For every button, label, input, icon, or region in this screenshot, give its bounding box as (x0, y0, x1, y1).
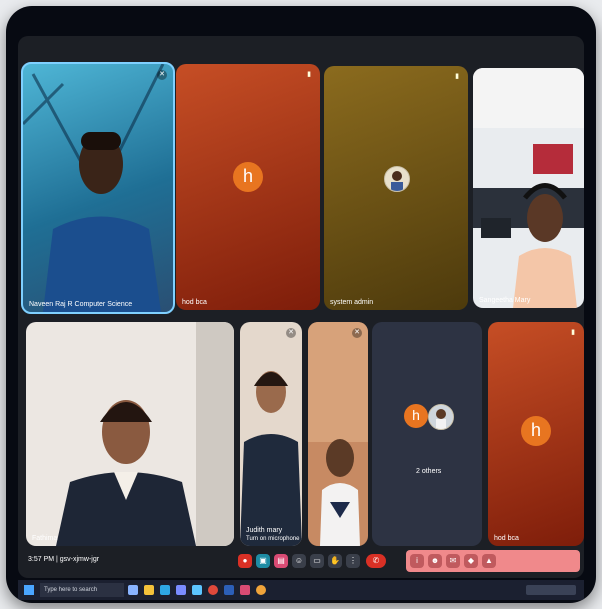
mic-button[interactable]: ● (238, 554, 252, 568)
avatar (428, 404, 454, 430)
raise-hand-button[interactable]: ✋ (328, 554, 342, 568)
participant-video (473, 68, 584, 308)
device-frame: Naveen Raj R Computer Science ✕ h hod bc… (6, 6, 596, 603)
more-options-button[interactable]: ⋮ (346, 554, 360, 568)
avatar: h (233, 162, 263, 192)
lock-icon[interactable]: ▲ (482, 554, 496, 568)
camera-button[interactable]: ▣ (256, 554, 270, 568)
participant-name: Naveen Raj R Computer Science (29, 301, 133, 308)
participant-tile-2[interactable]: h hod bca ▮ (176, 64, 320, 310)
word-icon[interactable] (224, 585, 234, 595)
participant-tile-5[interactable]: Fathima (26, 322, 234, 546)
mic-off-icon: ▮ (455, 73, 459, 80)
participant-tile-7[interactable]: ✕ (308, 322, 368, 546)
avatar (384, 166, 410, 192)
file-explorer-icon[interactable] (144, 585, 154, 595)
chrome-icon[interactable] (208, 585, 218, 595)
participant-name: hod bca (182, 299, 207, 306)
participant-name: 2 others (416, 468, 442, 475)
participant-name: system admin (330, 299, 374, 306)
leave-call-button[interactable]: ✆ (366, 554, 386, 568)
taskbar-search[interactable]: Type here to search (40, 583, 124, 597)
mic-off-icon: ✕ (286, 328, 296, 338)
app-icon[interactable] (240, 585, 250, 595)
participant-tile-4[interactable]: Sangeetha Mary (473, 68, 584, 308)
participant-video (56, 322, 234, 546)
edge-icon[interactable] (160, 585, 170, 595)
store-icon[interactable] (176, 585, 186, 595)
mic-off-icon: ✕ (352, 328, 362, 338)
captions-button[interactable]: ▤ (274, 554, 288, 568)
activities-icon[interactable]: ◆ (464, 554, 478, 568)
windows-start-icon[interactable] (24, 585, 34, 595)
mic-off-icon: ▮ (307, 71, 311, 78)
participant-name: hod bca (494, 535, 519, 542)
chrome-icon[interactable] (256, 585, 266, 595)
system-tray[interactable] (526, 585, 576, 595)
avatar: h (404, 404, 428, 428)
control-bar: ● ▣ ▤ ☺ ▭ ✋ ⋮ ✆ (238, 548, 388, 574)
activities-panel: i ☻ ✉ ◆ ▲ (406, 550, 580, 572)
present-button[interactable]: ▭ (310, 554, 324, 568)
mic-off-icon: ✕ (157, 70, 167, 80)
info-icon[interactable]: i (410, 554, 424, 568)
people-icon[interactable]: ☻ (428, 554, 442, 568)
meet-screen: Naveen Raj R Computer Science ✕ h hod bc… (18, 36, 584, 578)
participant-tile-1[interactable]: Naveen Raj R Computer Science ✕ (21, 62, 175, 314)
participant-video (240, 371, 302, 546)
chat-icon[interactable]: ✉ (446, 554, 460, 568)
mic-caption: Turn on microphone (246, 536, 300, 542)
participant-video (308, 322, 368, 546)
mic-off-icon: ▮ (571, 329, 575, 336)
task-view-icon[interactable] (128, 585, 138, 595)
participant-name: Sangeetha Mary (479, 297, 531, 304)
mail-icon[interactable] (192, 585, 202, 595)
participant-tile-3[interactable]: system admin ▮ (324, 66, 468, 310)
taskbar: Type here to search (18, 580, 584, 600)
participant-tile-6[interactable]: Judith mary Turn on microphone ✕ (240, 322, 302, 546)
participant-name: Judith mary (246, 527, 283, 534)
avatar: h (521, 416, 551, 446)
participant-name: Fathima (32, 535, 58, 542)
participant-video (23, 64, 165, 312)
meeting-info: 3:57 PM | gsv-xjmw-jgr (28, 556, 100, 563)
participant-tile-8[interactable]: h 2 others (372, 322, 482, 546)
emoji-button[interactable]: ☺ (292, 554, 306, 568)
participant-tile-9[interactable]: h hod bca ▮ (488, 322, 584, 546)
